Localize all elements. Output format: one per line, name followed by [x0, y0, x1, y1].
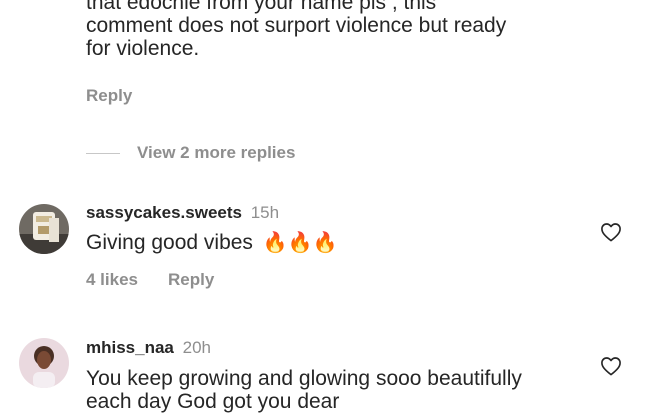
- previous-comment-text: that edochie from your name pls , this c…: [86, 0, 586, 60]
- heart-outline-icon[interactable]: [600, 222, 622, 242]
- comment-body: Giving good vibes 🔥🔥🔥: [86, 231, 338, 255]
- view-more-replies-label: View 2 more replies: [137, 143, 296, 162]
- username[interactable]: sassycakes.sweets: [86, 203, 242, 222]
- avatar-image: [19, 338, 69, 388]
- previous-comment-actions: Reply: [86, 86, 132, 106]
- comment-line: comment does not surport violence but re…: [86, 14, 507, 37]
- fire-emoji-icon: 🔥🔥🔥: [262, 232, 338, 254]
- likes-count[interactable]: 4 likes: [86, 270, 138, 290]
- comment-text-line: each day God got you dear: [86, 390, 340, 413]
- comment-text: that edochie from your name pls , this c…: [86, 0, 586, 60]
- comment-line: for violence.: [86, 37, 200, 60]
- comment-header: mhiss_naa 20h: [86, 338, 211, 358]
- comment-text: Giving good vibes: [86, 231, 253, 254]
- avatar[interactable]: [19, 204, 69, 254]
- reply-button[interactable]: Reply: [86, 86, 132, 106]
- comment-actions: 4 likes Reply: [86, 270, 214, 290]
- timestamp: 15h: [250, 203, 280, 222]
- comment-body: You keep growing and glowing sooo beauti…: [86, 367, 522, 413]
- comment-line: that edochie from your name pls , this: [86, 0, 437, 14]
- heart-outline-icon[interactable]: [600, 356, 622, 376]
- timestamp: 20h: [182, 338, 211, 357]
- username[interactable]: mhiss_naa: [86, 338, 174, 357]
- reply-thread-line: [86, 152, 120, 154]
- reply-button[interactable]: Reply: [168, 270, 214, 290]
- view-more-replies-button[interactable]: View 2 more replies: [86, 143, 295, 163]
- avatar-image: [19, 204, 69, 254]
- comment-text-line: You keep growing and glowing sooo beauti…: [86, 367, 522, 390]
- avatar[interactable]: [19, 338, 69, 388]
- comment-header: sassycakes.sweets 15h: [86, 203, 279, 223]
